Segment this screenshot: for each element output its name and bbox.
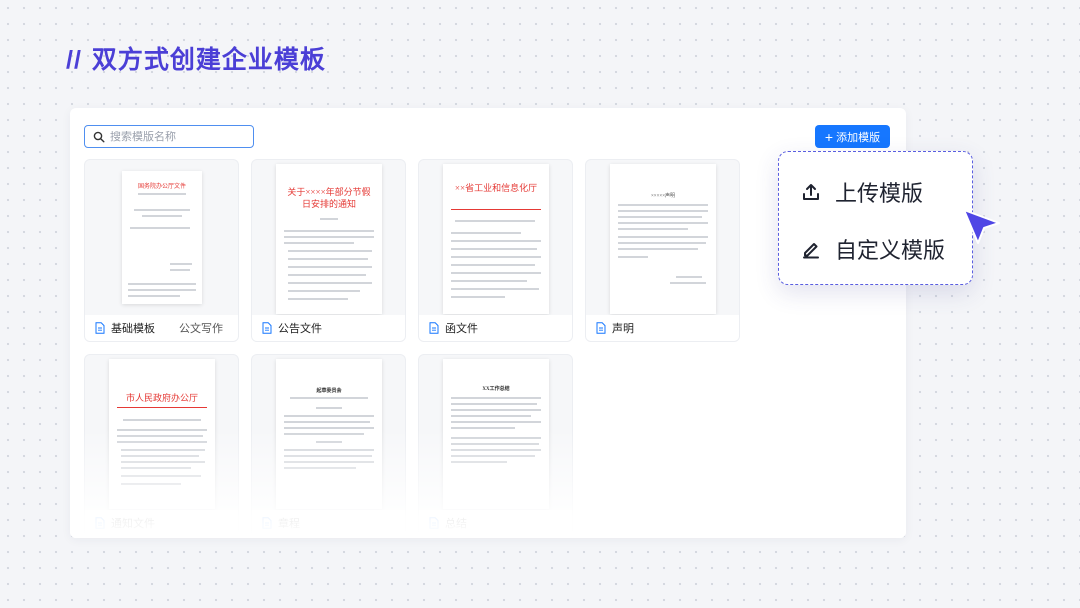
document-icon xyxy=(429,322,439,334)
preview-title: ××省工业和信息化厅 xyxy=(454,183,538,193)
preview-title: 起草委员会 xyxy=(316,389,342,394)
preview-title: XX工作总结 xyxy=(482,387,510,392)
document-icon xyxy=(262,322,272,334)
preview-title: 关于××××年部分节假日安排的通知 xyxy=(287,187,371,209)
search-icon xyxy=(93,131,105,143)
document-icon xyxy=(95,322,105,334)
search-input[interactable] xyxy=(110,130,250,143)
slide-title: // 双方式创建企业模板 xyxy=(66,40,326,76)
template-name: 声明 xyxy=(612,323,634,335)
title-text: 双方式创建企业模板 xyxy=(91,46,326,74)
template-preview: 市人民政府办公厅 xyxy=(109,359,215,509)
add-template-button[interactable]: + 添加模版 xyxy=(815,125,890,148)
add-template-label: 添加模版 xyxy=(836,131,881,144)
template-preview: ×××××声明 xyxy=(610,164,716,314)
edit-pencil-icon xyxy=(803,243,819,259)
document-icon xyxy=(95,517,105,529)
template-name: 基础模板 xyxy=(111,323,155,335)
upload-template-label: 上传模版 xyxy=(835,181,924,206)
add-template-menu: 上传模版 自定义模版 xyxy=(778,151,973,285)
upload-icon xyxy=(803,184,819,200)
template-tag: 公文写作 xyxy=(179,323,223,335)
search-box[interactable] xyxy=(84,125,254,148)
template-card-statement[interactable]: ×××××声明 声明 xyxy=(585,159,740,342)
upload-template-option[interactable]: 上传模版 xyxy=(801,176,923,208)
document-icon xyxy=(429,517,439,529)
title-slash: // xyxy=(66,46,82,74)
template-card-footer: 函文件 xyxy=(419,315,572,341)
custom-template-option[interactable]: 自定义模版 xyxy=(801,233,945,265)
document-icon xyxy=(262,517,272,529)
preview-title: 市人民政府办公厅 xyxy=(125,393,198,403)
template-card-letter[interactable]: ××省工业和信息化厅 函文件 xyxy=(418,159,573,342)
template-preview: ××省工业和信息化厅 xyxy=(443,164,549,314)
document-icon xyxy=(596,322,606,334)
template-name: 函文件 xyxy=(445,323,478,335)
template-card-notice[interactable]: 市人民政府办公厅 通知文件 xyxy=(84,354,239,537)
preview-title: 国务院办公厅文件 xyxy=(137,184,186,190)
template-card-charter[interactable]: 起草委员会 章程 xyxy=(251,354,406,537)
plus-icon: + xyxy=(824,128,834,145)
template-name: 总结 xyxy=(445,518,467,530)
template-name: 章程 xyxy=(278,518,300,530)
template-name: 公告文件 xyxy=(278,323,322,335)
template-card-footer: 通知文件 xyxy=(85,510,238,536)
pointer-cursor-icon xyxy=(963,209,1000,244)
template-card-footer: 章程 xyxy=(252,510,405,536)
template-preview: 国务院办公厅文件 xyxy=(122,171,202,304)
template-card-basic[interactable]: 国务院办公厅文件 基础模板 公文写作 xyxy=(84,159,239,342)
template-preview: 起草委员会 xyxy=(276,359,382,509)
template-name: 通知文件 xyxy=(111,518,155,530)
template-card-footer: 基础模板 公文写作 xyxy=(85,315,238,341)
preview-title: ×××××声明 xyxy=(650,194,676,199)
template-card-announcement[interactable]: 关于××××年部分节假日安排的通知 公告文件 xyxy=(251,159,406,342)
template-preview: 关于××××年部分节假日安排的通知 xyxy=(276,164,382,314)
template-card-footer: 总结 xyxy=(419,510,572,536)
custom-template-label: 自定义模版 xyxy=(835,238,946,263)
template-card-footer: 声明 xyxy=(586,315,739,341)
template-card-summary[interactable]: XX工作总结 总结 xyxy=(418,354,573,537)
template-preview: XX工作总结 xyxy=(443,359,549,509)
template-card-footer: 公告文件 xyxy=(252,315,405,341)
